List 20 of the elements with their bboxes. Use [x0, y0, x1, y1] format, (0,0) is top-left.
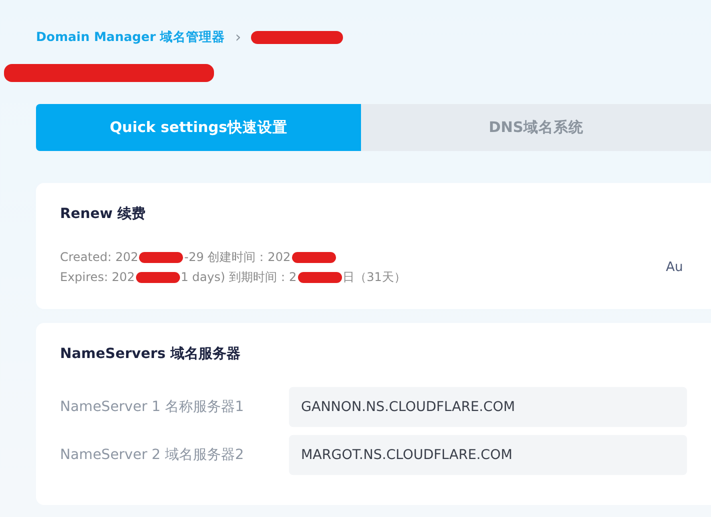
tab[interactable]: DNS域名系统: [361, 104, 711, 151]
nameserver-field[interactable]: MARGOT.NS.CLOUDFLARE.COM: [289, 435, 687, 475]
status-text: Au: [666, 260, 683, 277]
field-label: NameServer 2 域名服务器2: [60, 446, 245, 464]
date-text: Created: 202: [60, 250, 138, 264]
breadcrumb-link[interactable]: Domain Manager 域名管理器: [36, 28, 226, 46]
field-label: NameServer 1 名称服务器1: [60, 398, 245, 416]
date-text: 1 days) 到期时间：2: [180, 270, 297, 284]
date-text: Expires: 202: [60, 270, 135, 284]
redaction-mark: [136, 272, 180, 284]
card-title: NameServers 域名服务器: [60, 345, 242, 363]
redaction-mark: [139, 252, 184, 264]
date-text: 日（31天）: [342, 270, 406, 284]
tab[interactable]: Quick settings快速设置: [36, 104, 361, 151]
card-title: Renew 续费: [60, 205, 147, 223]
date-text: -29 创建时间：202: [184, 250, 291, 264]
nameserver-field[interactable]: GANNON.NS.CLOUDFLARE.COM: [289, 387, 687, 427]
redaction-mark: [292, 252, 336, 264]
breadcrumb-separator: ›: [235, 28, 242, 46]
redaction-mark: [298, 272, 342, 284]
